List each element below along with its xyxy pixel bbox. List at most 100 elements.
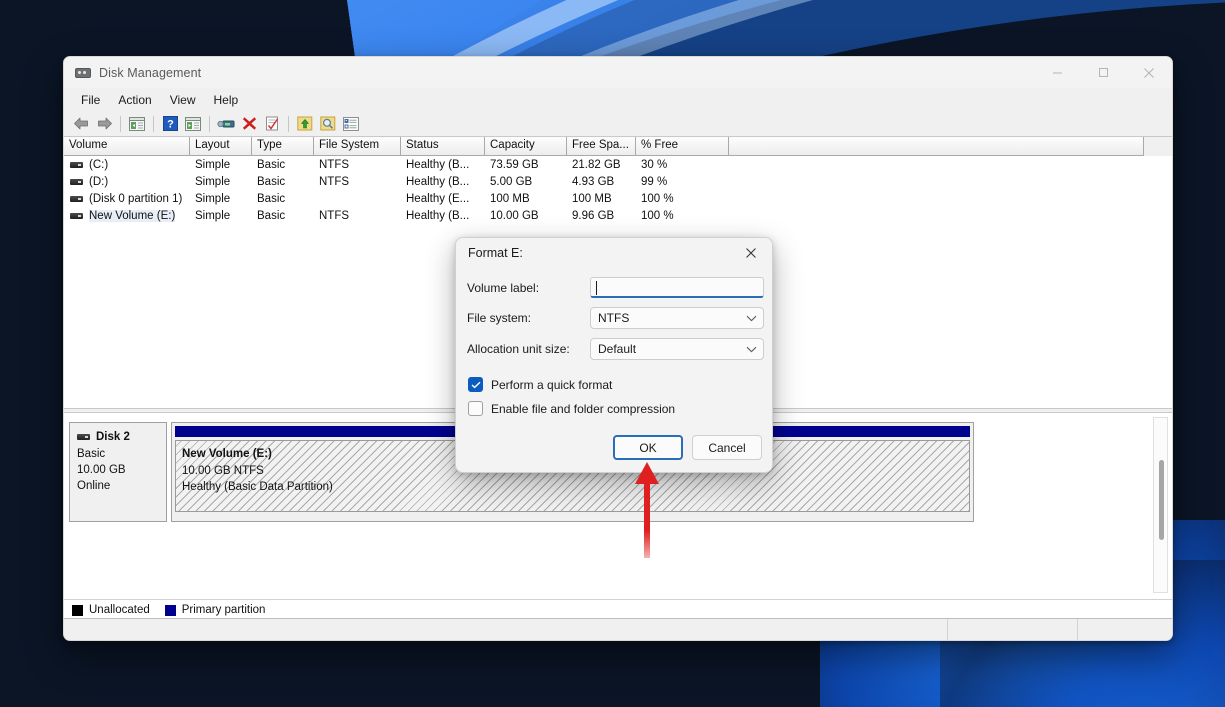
cell-volume: (C:) [64,159,190,171]
cell-capacity: 5.00 GB [490,175,533,188]
compression-row[interactable]: Enable file and folder compression [456,401,772,416]
quick-format-row[interactable]: Perform a quick format [456,377,772,392]
file-system-select[interactable]: NTFS [590,307,764,329]
column-header-type[interactable]: Type [252,137,314,156]
file-system-label: File system: [467,311,532,325]
cell-file-system: NTFS [319,209,350,222]
column-header--free[interactable]: % Free [636,137,729,156]
volume-name: New Volume (E:) [89,209,176,222]
disk-pane-scrollbar[interactable] [1153,417,1168,593]
cell-free-space: 4.93 GB [572,175,615,188]
volume-name: (C:) [89,158,109,171]
volume-icon [70,161,83,168]
column-header-volume[interactable]: Volume [64,137,190,156]
red-arrow-annotation [634,462,660,558]
compression-checkbox[interactable] [468,401,483,416]
table-row[interactable]: New Volume (E:) Simple Basic NTFS Healthy (B… [64,207,1172,224]
disk-title: Disk 2 [77,429,166,445]
properties-icon[interactable] [261,113,283,134]
volume-icon [70,178,83,185]
cell-free-space: 100 MB [572,192,612,205]
column-header-file-system[interactable]: File System [314,137,401,156]
column-header-capacity[interactable]: Capacity [485,137,567,156]
legend-label-unallocated: Unallocated [89,604,150,616]
disk-info-panel[interactable]: Disk 2 Basic 10.00 GB Online [69,422,167,522]
disk-management-icon [75,65,91,81]
toolbar-separator [209,115,210,132]
quick-format-checkbox[interactable] [468,377,483,392]
delete-icon[interactable] [238,113,260,134]
cell-percent-free: 100 % [641,192,674,205]
show-hide-action-pane-icon[interactable] [182,113,204,134]
legend-label-primary: Primary partition [181,604,266,616]
back-icon[interactable] [70,113,92,134]
status-pane-third [1078,619,1172,640]
legend-swatch-primary [164,604,176,616]
minimize-button[interactable] [1034,57,1080,88]
cell-capacity: 100 MB [490,192,530,205]
column-header-status[interactable]: Status [401,137,485,156]
menu-item-help[interactable]: Help [205,90,248,110]
extend-volume-icon[interactable] [294,113,316,134]
dialog-buttons: OK Cancel [456,435,772,460]
compression-label: Enable file and folder compression [491,401,676,416]
cell-free-space: 21.82 GB [572,158,621,171]
chevron-down-icon [746,346,757,353]
close-icon[interactable] [730,238,772,268]
quick-format-label: Perform a quick format [491,377,613,392]
allocation-unit-size-select[interactable]: Default [590,338,764,360]
table-row[interactable]: (C:) Simple Basic NTFS Healthy (B... 73.59 GB… [64,156,1172,173]
status-pane-second [948,619,1078,640]
cell-type: Basic [257,175,286,188]
ok-button[interactable]: OK [613,435,683,460]
volume-label-label: Volume label: [467,280,540,295]
help-icon[interactable]: ? [159,113,181,134]
cell-percent-free: 30 % [641,158,668,171]
menu-bar: File Action View Help [64,88,1172,111]
volume-name: (Disk 0 partition 1) [89,192,183,205]
partition-legend: Unallocated Primary partition [64,599,1172,620]
rescan-disks-icon[interactable] [215,113,237,134]
volume-list-headers: Volume Layout Type File System Status Capacit… [64,137,1172,156]
forward-icon[interactable] [93,113,115,134]
volume-icon [70,195,83,202]
search-disk-icon[interactable] [317,113,339,134]
window-controls [1034,57,1172,88]
dialog-title: Format E: [468,246,523,260]
column-header-blank[interactable] [729,137,1144,156]
cell-layout: Simple [195,175,231,188]
cell-percent-free: 100 % [641,209,674,222]
cell-volume: New Volume (E:) [64,209,190,222]
menu-item-view[interactable]: View [161,90,205,110]
disk-icon [77,434,90,440]
list-view-icon[interactable] [340,113,362,134]
cancel-button[interactable]: Cancel [692,435,762,460]
file-system-value: NTFS [598,311,630,325]
cell-volume: (Disk 0 partition 1) [64,193,190,205]
allocation-unit-size-value: Default [598,342,637,356]
volume-label-input[interactable] [590,277,764,298]
status-bar [64,618,1172,640]
cell-capacity: 73.59 GB [490,158,539,171]
cell-percent-free: 99 % [641,175,668,188]
menu-item-action[interactable]: Action [109,90,160,110]
cell-type: Basic [257,158,286,171]
scrollbar-thumb[interactable] [1159,460,1164,540]
cell-status: Healthy (B... [406,175,470,188]
column-header-free-spa[interactable]: Free Spa... [567,137,636,156]
cell-volume: (D:) [64,176,190,188]
menu-item-file[interactable]: File [72,90,109,110]
maximize-button[interactable] [1080,57,1126,88]
table-row[interactable]: (Disk 0 partition 1) Simple Basic Healthy (… [64,190,1172,207]
toolbar-separator [120,115,121,132]
status-pane-main [64,619,948,640]
cell-status: Healthy (B... [406,209,470,222]
show-hide-console-tree-icon[interactable] [126,113,148,134]
toolbar: ? [64,111,1172,136]
disk-state: Online [77,480,111,492]
close-button[interactable] [1126,57,1172,88]
table-row[interactable]: (D:) Simple Basic NTFS Healthy (B... 5.00 GB 4… [64,173,1172,190]
cell-file-system: NTFS [319,175,350,188]
column-header-layout[interactable]: Layout [190,137,252,156]
cell-free-space: 9.96 GB [572,209,615,222]
